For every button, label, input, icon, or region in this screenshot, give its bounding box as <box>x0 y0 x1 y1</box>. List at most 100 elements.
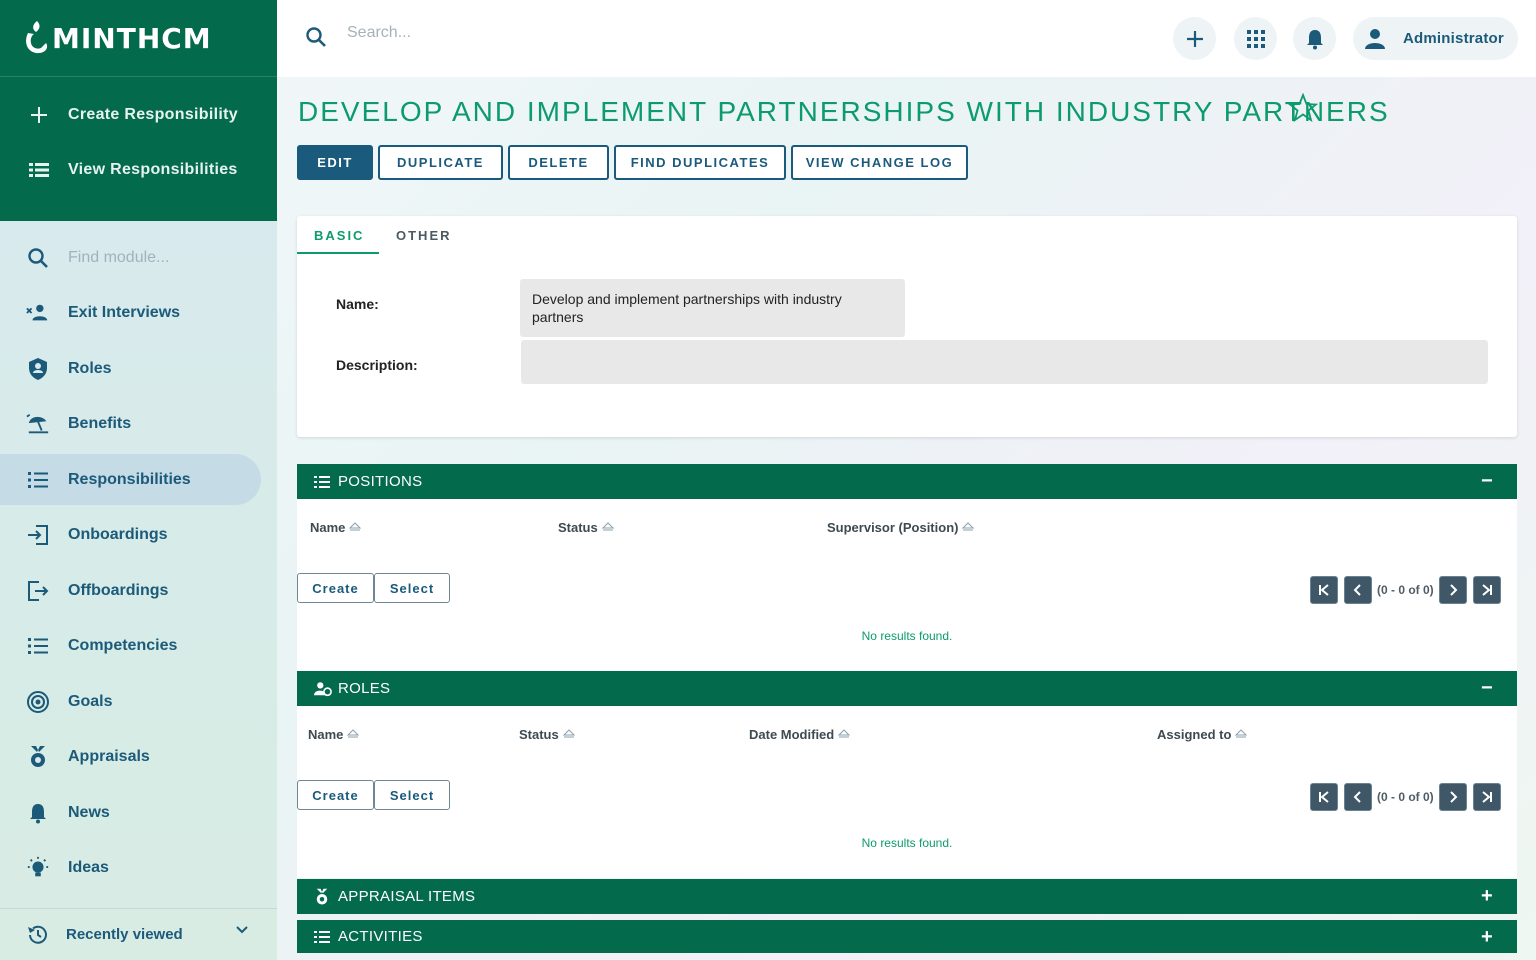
appraisal-items-panel-header[interactable]: APPRAISAL ITEMS + <box>297 879 1517 914</box>
sidebar-item-goals[interactable]: Goals <box>0 676 261 727</box>
sidebar-item-label: Goals <box>68 692 113 710</box>
roles-empty-message: No results found. <box>861 836 953 850</box>
sidebar-item-appraisals[interactable]: Appraisals <box>0 732 261 783</box>
activities-panel-header[interactable]: ACTIVITIES + <box>297 920 1517 953</box>
chevron-left-icon <box>1353 791 1361 803</box>
sidebar-item-exit-interviews[interactable]: Exit Interviews <box>0 288 261 339</box>
name-label: Name: <box>336 296 379 312</box>
sidebar-item-onboardings[interactable]: Onboardings <box>0 510 261 561</box>
roles-create-button[interactable]: Create <box>297 780 374 810</box>
last-page-button[interactable] <box>1472 783 1501 811</box>
pagination-count: (0 - 0 of 0) <box>1377 790 1434 804</box>
global-search-input[interactable] <box>347 24 747 42</box>
sidebar-item-label: Exit Interviews <box>68 304 181 321</box>
find-duplicates-button[interactable]: FIND DUPLICATES <box>614 145 786 180</box>
description-label: Description: <box>336 357 418 373</box>
sidebar-item-label: Appraisals <box>68 748 150 765</box>
beach-umbrella-icon <box>26 412 50 436</box>
delete-button[interactable]: DELETE <box>508 145 609 180</box>
user-name: Administrator <box>1403 30 1504 47</box>
favorite-star-icon[interactable] <box>1288 93 1318 123</box>
list-icon <box>28 159 50 181</box>
column-label: Status <box>519 727 559 742</box>
grid-icon <box>1246 29 1265 48</box>
sidebar-item-responsibilities[interactable]: Responsibilities <box>0 454 261 505</box>
duplicate-button[interactable]: DUPLICATE <box>378 145 503 180</box>
logo-text: minthcm <box>52 21 212 55</box>
expand-toggle[interactable]: + <box>1481 885 1493 908</box>
sidebar-item-roles[interactable]: Roles <box>0 343 261 394</box>
apps-grid-button[interactable] <box>1234 17 1277 60</box>
view-responsibilities-action[interactable]: View Responsibilities <box>0 142 277 197</box>
roles-panel-header[interactable]: ROLES − <box>297 671 1517 706</box>
chevron-left-icon <box>1353 584 1361 596</box>
positions-select-button[interactable]: Select <box>374 573 450 603</box>
detail-card: BASIC OTHER Name: Develop and implement … <box>297 216 1517 437</box>
positions-panel-header[interactable]: POSITIONS − <box>297 464 1517 499</box>
search-icon[interactable] <box>305 26 327 48</box>
prev-page-button[interactable] <box>1344 783 1372 811</box>
tab-other[interactable]: OTHER <box>379 216 469 254</box>
page-title: DEVELOP AND IMPLEMENT PARTNERSHIPS WITH … <box>298 96 1390 127</box>
sidebar-item-ideas[interactable]: Ideas <box>0 843 261 894</box>
last-page-icon <box>1482 584 1492 596</box>
sidebar-item-label: Ideas <box>68 859 109 876</box>
module-nav: Find module... Exit Interviews Roles Ben… <box>0 232 277 898</box>
edit-button[interactable]: EDIT <box>297 145 373 180</box>
app-logo[interactable]: minthcm <box>24 19 212 57</box>
list-icon <box>26 634 50 658</box>
collapse-toggle[interactable]: − <box>1481 470 1493 493</box>
next-page-button[interactable] <box>1438 576 1467 604</box>
quick-create-button[interactable] <box>1173 17 1216 60</box>
column-header-name[interactable]: Name <box>310 520 362 535</box>
prev-page-button[interactable] <box>1344 576 1372 604</box>
collapse-toggle[interactable]: − <box>1481 677 1493 700</box>
target-icon <box>26 690 50 714</box>
column-label: Date Modified <box>749 727 835 742</box>
sidebar-item-news[interactable]: News <box>0 787 261 838</box>
next-page-button[interactable] <box>1438 783 1467 811</box>
sort-icon <box>838 728 851 737</box>
roles-panel-title: ROLES <box>338 680 391 697</box>
column-label: Status <box>558 520 598 535</box>
positions-pagination: (0 - 0 of 0) <box>1310 576 1501 604</box>
sort-icon <box>562 728 575 737</box>
tab-basic[interactable]: BASIC <box>297 216 379 254</box>
appraisal-items-panel-title: APPRAISAL ITEMS <box>338 888 476 905</box>
find-module-search[interactable]: Find module... <box>0 232 261 283</box>
column-header-status[interactable]: Status <box>519 727 575 742</box>
user-menu-button[interactable]: Administrator <box>1353 17 1518 60</box>
create-responsibility-action[interactable]: Create Responsibility <box>0 87 277 142</box>
roles-select-button[interactable]: Select <box>374 780 450 810</box>
view-change-log-button[interactable]: VIEW CHANGE LOG <box>791 145 968 180</box>
column-header-date-modified[interactable]: Date Modified <box>749 727 851 742</box>
first-page-button[interactable] <box>1310 576 1338 604</box>
plus-icon <box>1186 30 1203 47</box>
expand-toggle[interactable]: + <box>1481 926 1493 949</box>
roles-pagination: (0 - 0 of 0) <box>1310 783 1501 811</box>
column-header-assigned-to[interactable]: Assigned to <box>1157 727 1248 742</box>
first-page-button[interactable] <box>1310 783 1338 811</box>
sidebar-item-benefits[interactable]: Benefits <box>0 399 261 450</box>
search-icon <box>26 246 50 270</box>
name-value: Develop and implement partnerships with … <box>520 279 905 337</box>
column-header-supervisor[interactable]: Supervisor (Position) <box>827 520 975 535</box>
sidebar-item-label: Offboardings <box>68 581 169 599</box>
recently-viewed-toggle[interactable]: Recently viewed <box>0 908 277 960</box>
column-header-name[interactable]: Name <box>308 727 360 742</box>
description-value <box>521 340 1488 384</box>
positions-panel-title: POSITIONS <box>338 473 423 490</box>
sidebar-item-competencies[interactable]: Competencies <box>0 621 261 672</box>
detail-tabs: BASIC OTHER <box>297 216 469 254</box>
logo-bar: minthcm <box>0 0 277 77</box>
column-label: Name <box>310 520 346 535</box>
sidebar-item-offboardings[interactable]: Offboardings <box>0 565 261 616</box>
last-page-button[interactable] <box>1472 576 1501 604</box>
sort-icon <box>347 728 360 737</box>
top-bar: Administrator <box>277 0 1536 77</box>
user-roles-icon <box>314 680 332 698</box>
notifications-button[interactable] <box>1293 17 1336 60</box>
positions-create-button[interactable]: Create <box>297 573 374 603</box>
sidebar: minthcm Create Responsibility View Respo… <box>0 0 277 960</box>
column-header-status[interactable]: Status <box>558 520 614 535</box>
